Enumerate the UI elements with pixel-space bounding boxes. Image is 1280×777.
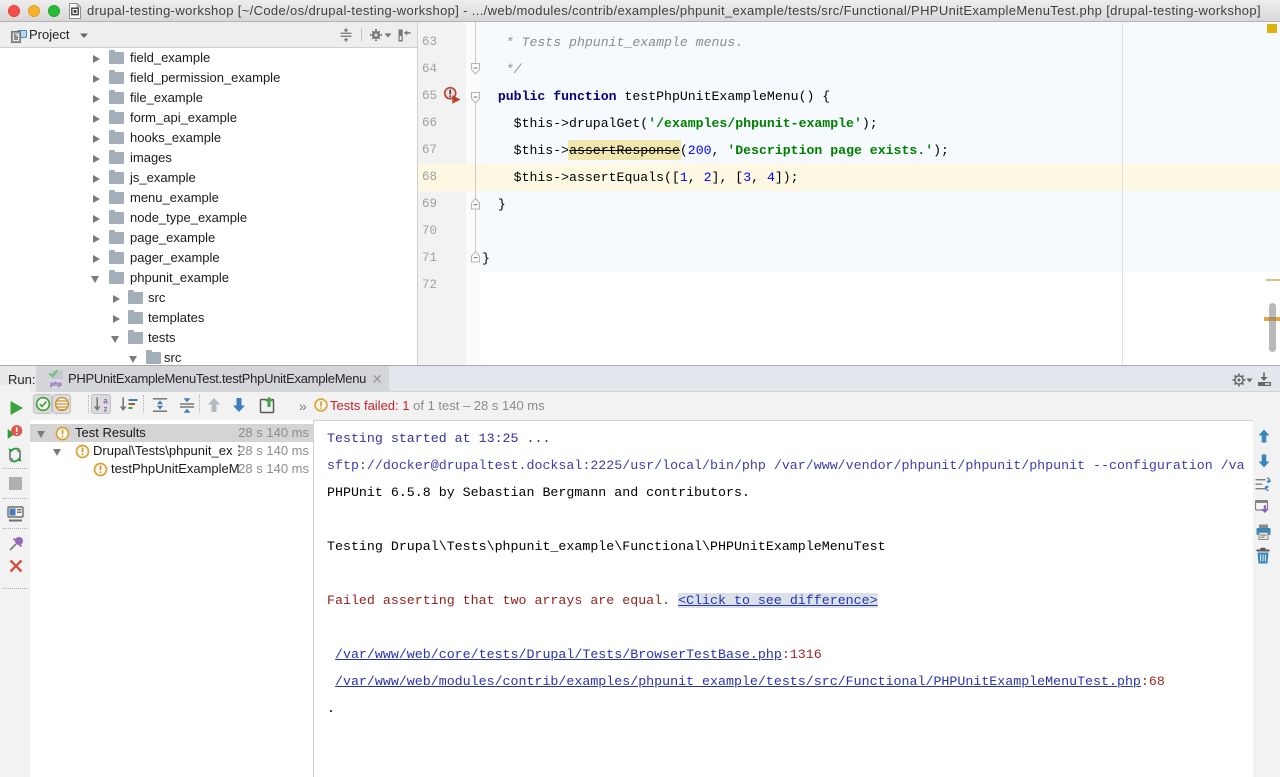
svg-text:php: php bbox=[50, 381, 62, 388]
svg-text:z: z bbox=[104, 405, 108, 414]
